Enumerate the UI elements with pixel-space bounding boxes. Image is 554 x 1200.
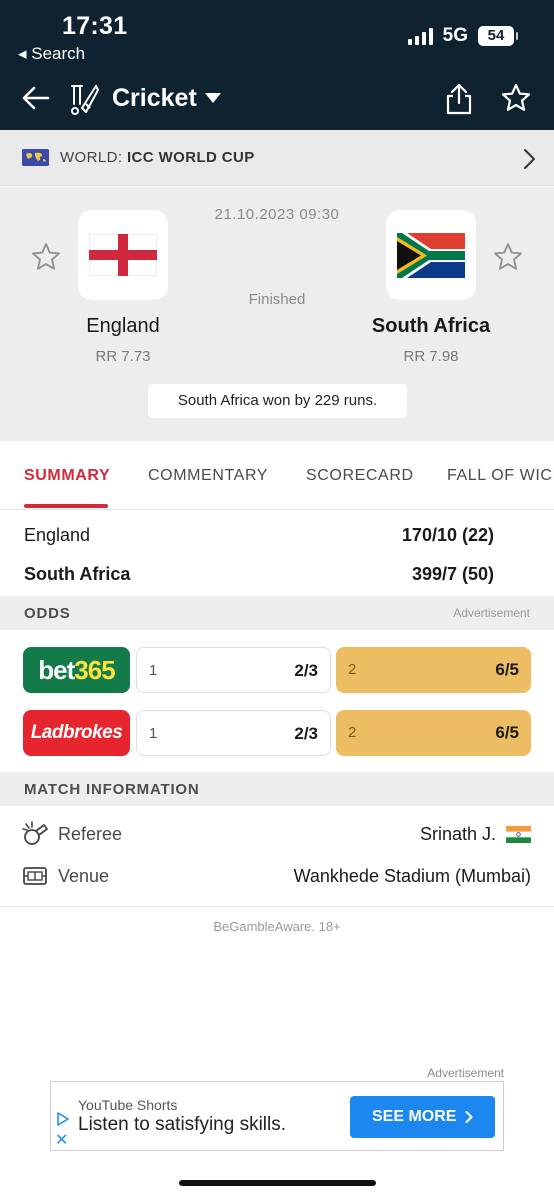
odds-away-label: 2 [348,724,357,741]
england-flag-logo[interactable] [78,210,168,300]
home-indicator[interactable] [179,1180,376,1186]
bet365-logo-text-a: bet [38,654,75,685]
whistle-icon [22,821,48,845]
stadium-icon [23,867,47,885]
share-icon[interactable] [443,82,475,116]
league-competition: ICC WORLD CUP [126,149,255,166]
score-value: 399/7 (50) [411,564,494,584]
south-africa-flag-logo[interactable] [386,210,476,300]
back-to-search-link[interactable]: ◂ Search [18,44,85,64]
tab-scorecard[interactable]: SCORECARD [306,467,414,485]
match-tabs: SUMMARY COMMENTARY SCORECARD FALL OF WIC… [0,442,554,510]
referee-row: Referee Srinath J. [0,815,554,855]
top-header: 17:31 ◂ Search 5G 54 Cricket [0,0,554,130]
chevron-right-icon [465,1111,473,1123]
score-row: England 170/10 (22) [0,515,554,555]
odds-row: bet 365 1 2/3 2 6/5 [0,647,554,693]
advertisement-label: Advertisement [453,606,530,620]
score-team-name: South Africa [24,564,131,584]
cricket-icon [71,85,99,115]
match-information-title: MATCH INFORMATION [24,781,200,798]
score-value: 170/10 (22) [401,525,494,545]
status-time: 17:31 [62,12,128,40]
venue-name: Wankhede Stadium (Mumbai) [293,866,531,886]
home-team-favorite-star-icon[interactable] [30,241,62,273]
see-more-button[interactable]: SEE MORE [350,1096,495,1138]
banner-advertisement-label: Advertisement [427,1066,504,1080]
see-more-label: SEE MORE [372,1108,457,1125]
venue-row: Venue Wankhede Stadium (Mumbai) [0,857,554,897]
sport-title[interactable]: Cricket [112,84,197,113]
world-flag-icon [22,149,49,166]
chevron-right-icon[interactable] [522,148,536,170]
odds-home-button[interactable]: 1 2/3 [136,647,331,693]
odds-home-value: 2/3 [294,661,318,680]
league-region: WORLD: [60,149,123,166]
odds-away-button[interactable]: 2 6/5 [336,710,531,756]
ad-source: YouTube Shorts [78,1097,178,1113]
league-bar[interactable]: WORLD: ICC WORLD CUP [0,130,554,186]
home-team-run-rate: RR 7.73 [95,348,151,365]
gamble-aware-notice[interactable]: BeGambleAware. 18+ [0,919,554,934]
match-result: South Africa won by 229 runs. [148,384,407,418]
odds-home-label: 1 [149,725,158,742]
league-name: WORLD: ICC WORLD CUP [60,149,255,166]
odds-section-header: ODDS Advertisement [0,596,554,630]
banner-ad[interactable]: ✕ YouTube Shorts Listen to satisfying sk… [50,1081,504,1151]
signal-icon [407,27,433,45]
bet365-logo[interactable]: bet 365 [23,647,130,693]
tab-fall-of-wickets[interactable]: FALL OF WICKETS [447,467,554,485]
score-team-name: England [24,525,91,545]
odds-title: ODDS [24,605,71,622]
odds-away-button[interactable]: 2 6/5 [336,647,531,693]
odds-row: Ladbrokes 1 2/3 2 6/5 [0,710,554,756]
venue-label: Venue [58,866,110,886]
away-team-favorite-star-icon[interactable] [492,241,524,273]
india-flag-icon [506,826,531,843]
referee-name: Srinath J. [419,824,496,844]
home-team-name[interactable]: England [33,315,213,338]
odds-home-value: 2/3 [294,724,318,743]
away-team-name[interactable]: South Africa [341,315,521,338]
favorite-star-icon[interactable] [500,82,532,114]
score-row: South Africa 399/7 (50) [0,554,554,594]
odds-away-value: 6/5 [495,660,519,679]
ad-choices-play-icon[interactable] [57,1112,69,1126]
odds-home-button[interactable]: 1 2/3 [136,710,331,756]
battery-icon: 54 [478,26,518,46]
sport-dropdown-caret-icon[interactable] [205,93,221,103]
ladbrokes-logo[interactable]: Ladbrokes [23,710,130,756]
bet365-logo-text-b: 365 [74,654,115,685]
tab-commentary[interactable]: COMMENTARY [148,467,268,485]
odds-home-label: 1 [149,662,158,679]
divider [0,906,554,907]
away-team-run-rate: RR 7.98 [403,348,459,365]
tab-summary[interactable]: SUMMARY [24,467,110,485]
active-tab-indicator [24,504,108,508]
match-information-header: MATCH INFORMATION [0,772,554,806]
odds-away-value: 6/5 [495,723,519,742]
status-indicators: 5G 54 [407,25,518,47]
network-type: 5G [442,25,468,46]
referee-label: Referee [58,824,123,844]
ad-close-icon[interactable]: ✕ [55,1130,68,1150]
odds-away-label: 2 [348,661,357,678]
ad-headline: Listen to satisfying skills. [78,1114,287,1135]
match-header: 21.10.2023 09:30 England RR 7.73 Finishe… [0,187,554,441]
back-arrow-icon[interactable] [20,82,52,114]
